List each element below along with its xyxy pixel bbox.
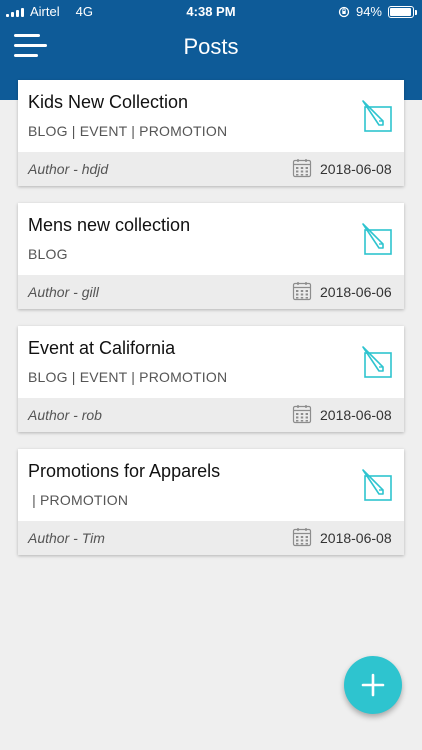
edit-icon — [362, 223, 392, 255]
post-footer: Author - Tim 2018-06-08 — [18, 521, 404, 555]
edit-icon — [362, 100, 392, 132]
post-footer: Author - hdjd 2018-06-08 — [18, 152, 404, 186]
post-title: Event at California — [28, 338, 176, 358]
post-author: Author - hdjd — [28, 161, 109, 177]
post-date: 2018-06-06 — [320, 284, 392, 300]
battery-percent: 94% — [355, 4, 382, 19]
post-card[interactable]: Kids New Collection BLOG | EVENT | PROMO… — [18, 80, 404, 186]
orientation-lock-icon — [338, 6, 350, 17]
post-tags: | PROMOTION — [28, 492, 129, 508]
edit-icon — [362, 346, 392, 378]
calendar-icon — [292, 405, 312, 424]
post-title: Kids New Collection — [28, 92, 189, 112]
status-right: 94% — [338, 4, 417, 19]
post-tags: BLOG | EVENT | PROMOTION — [28, 123, 228, 139]
edit-button[interactable] — [360, 98, 396, 134]
calendar-icon — [292, 528, 312, 547]
calendar-icon — [292, 282, 312, 301]
page-title: Posts — [183, 34, 239, 59]
post-author: Author - Tim — [28, 530, 105, 546]
edit-button[interactable] — [360, 344, 396, 380]
post-card[interactable]: Mens new collection BLOG Author - gill 2… — [18, 203, 404, 309]
post-tags: BLOG | EVENT | PROMOTION — [28, 369, 228, 385]
battery-icon — [388, 5, 417, 18]
post-date: 2018-06-08 — [320, 530, 392, 546]
post-title: Promotions for Apparels — [28, 461, 221, 481]
post-footer: Author - gill 2018-06-06 — [18, 275, 404, 309]
edit-button[interactable] — [360, 467, 396, 503]
post-tags: BLOG — [28, 246, 68, 262]
post-card[interactable]: Promotions for Apparels | PROMOTION Auth… — [18, 449, 404, 555]
post-card[interactable]: Event at California BLOG | EVENT | PROMO… — [18, 326, 404, 432]
status-bar: Airtel 4G 4:38 PM 94% — [0, 0, 422, 24]
plus-icon — [361, 673, 385, 697]
post-footer: Author - rob 2018-06-08 — [18, 398, 404, 432]
calendar-icon — [292, 159, 312, 178]
edit-icon — [362, 469, 392, 501]
post-list: Kids New Collection BLOG | EVENT | PROMO… — [18, 80, 404, 572]
post-author: Author - gill — [28, 284, 99, 300]
battery-fill — [390, 7, 411, 16]
post-date: 2018-06-08 — [320, 407, 392, 423]
edit-button[interactable] — [360, 221, 396, 257]
post-title: Mens new collection — [28, 215, 191, 235]
post-date: 2018-06-08 — [320, 161, 392, 177]
post-author: Author - rob — [28, 407, 102, 423]
add-post-button[interactable] — [344, 656, 402, 714]
